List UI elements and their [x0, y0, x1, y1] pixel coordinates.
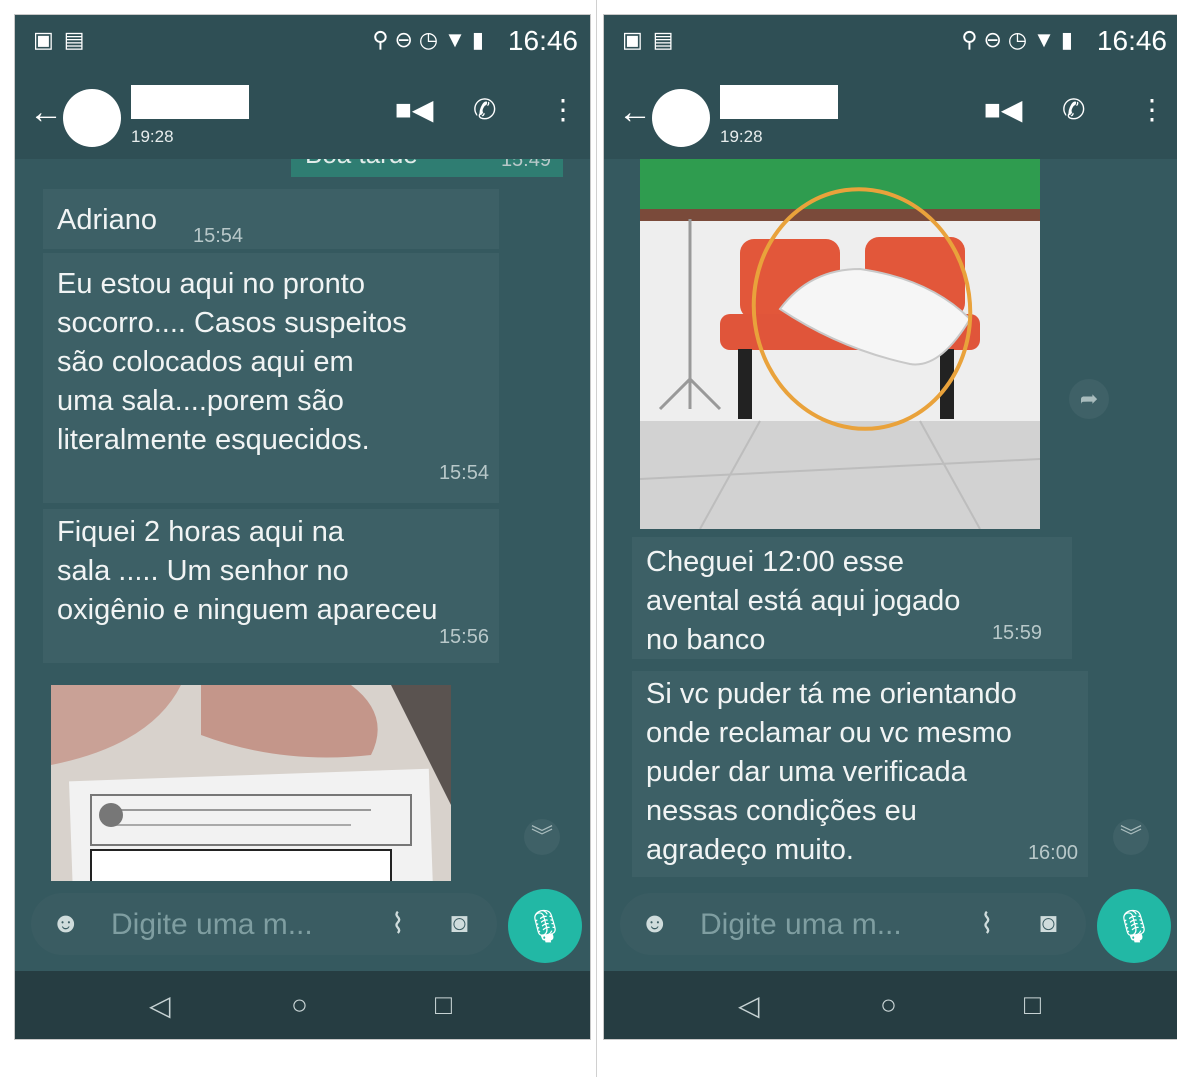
paperclip-icon[interactable]: ⌇	[391, 907, 405, 940]
contact-name-redacted[interactable]	[131, 85, 249, 119]
phone-screenshot-left: ▣▤ ⚲⊖◷▼▮ 16:46 ← 19:28 ■◀ ✆ ⋮ Boa tarde …	[14, 14, 591, 1040]
message-bubble[interactable]: Si vc puder tá me orientando onde reclam…	[632, 671, 1088, 877]
home-circle-icon[interactable]: ○	[880, 989, 897, 1021]
chat-area[interactable]: ➦ Cheguei 12:00 esse avental está aqui j…	[604, 159, 1177, 881]
avatar[interactable]	[652, 89, 710, 147]
phone-screenshot-right: ▣▤ ⚲⊖◷▼▮ 16:46 ← 19:28 ■◀ ✆ ⋮ ➦ Cheguei …	[603, 14, 1177, 1040]
message-input[interactable]: ☻ Digite uma m... ⌇ ◙	[620, 893, 1086, 955]
message-text: Adriano	[57, 204, 157, 236]
chat-header: ← 19:28 ■◀ ✆ ⋮	[604, 67, 1177, 159]
notification-icons: ▣▤	[622, 27, 684, 52]
phone-icon[interactable]: ✆	[473, 93, 496, 126]
message-time: 15:56	[438, 626, 489, 648]
image-message-document-photo[interactable]	[51, 685, 451, 881]
video-camera-icon[interactable]: ■◀	[395, 93, 433, 126]
microphone-icon[interactable]: 🎙	[508, 889, 582, 963]
document-photo-image	[51, 685, 451, 881]
message-text: Boa tarde	[305, 159, 418, 174]
message-text: Cheguei 12:00 esse avental está aqui jog…	[646, 546, 961, 656]
message-bubble[interactable]: Adriano 15:54	[43, 189, 499, 249]
status-bar: ▣▤ ⚲⊖◷▼▮ 16:46	[604, 15, 1177, 67]
page-divider	[596, 0, 597, 1077]
home-circle-icon[interactable]: ○	[291, 989, 308, 1021]
avatar[interactable]	[63, 89, 121, 147]
emoji-icon[interactable]: ☻	[640, 907, 669, 939]
android-nav-bar: ◁ ○ □	[15, 971, 590, 1039]
more-vertical-icon[interactable]: ⋮	[549, 93, 577, 126]
message-time: 15:59	[991, 622, 1042, 644]
message-text: Fiquei 2 horas aqui na sala ..... Um sen…	[57, 516, 438, 626]
contact-name-redacted[interactable]	[720, 85, 838, 119]
message-time: 15:54	[438, 462, 489, 484]
recents-square-icon[interactable]: □	[435, 989, 452, 1021]
camera-icon[interactable]: ◙	[451, 907, 468, 939]
android-nav-bar: ◁ ○ □	[604, 971, 1177, 1039]
more-vertical-icon[interactable]: ⋮	[1138, 93, 1166, 126]
chat-area[interactable]: Boa tarde 15:49 Adriano 15:54 Eu estou a…	[15, 159, 590, 881]
back-triangle-icon[interactable]: ◁	[738, 989, 760, 1022]
message-input[interactable]: ☻ Digite uma m... ⌇ ◙	[31, 893, 497, 955]
status-time: 16:46	[507, 25, 578, 56]
message-bubble[interactable]: Eu estou aqui no pronto socorro.... Caso…	[43, 253, 499, 503]
arrow-left-icon[interactable]: ←	[29, 93, 63, 132]
status-time: 16:46	[1096, 25, 1167, 56]
message-time: 15:49	[500, 159, 551, 171]
message-bubble[interactable]: Fiquei 2 horas aqui na sala ..... Um sen…	[43, 509, 499, 663]
message-bubble-outgoing[interactable]: Boa tarde 15:49	[291, 159, 563, 177]
message-text: Si vc puder tá me orientando onde reclam…	[646, 678, 1017, 866]
system-status-icons: ⚲⊖◷▼▮	[372, 27, 490, 52]
chairs-photo-image	[640, 159, 1040, 529]
message-time: 15:54	[193, 225, 244, 247]
emoji-icon[interactable]: ☻	[51, 907, 80, 939]
arrow-left-icon[interactable]: ←	[618, 93, 652, 132]
chat-header: ← 19:28 ■◀ ✆ ⋮	[15, 67, 590, 159]
system-status-icons: ⚲⊖◷▼▮	[961, 27, 1079, 52]
message-input-bar: ☻ Digite uma m... ⌇ ◙ 🎙	[604, 881, 1177, 971]
paperclip-icon[interactable]: ⌇	[980, 907, 994, 940]
recents-square-icon[interactable]: □	[1024, 989, 1041, 1021]
message-time: 16:00	[1027, 842, 1078, 864]
last-seen: 19:28	[131, 127, 174, 146]
camera-icon[interactable]: ◙	[1040, 907, 1057, 939]
message-input-bar: ☻ Digite uma m... ⌇ ◙ 🎙	[15, 881, 590, 971]
notification-icons: ▣▤	[33, 27, 95, 52]
image-message-chairs-photo[interactable]	[640, 159, 1040, 529]
double-chevron-down-icon[interactable]: ︾	[524, 819, 560, 855]
input-placeholder: Digite uma m...	[700, 908, 902, 941]
microphone-icon[interactable]: 🎙	[1097, 889, 1171, 963]
video-camera-icon[interactable]: ■◀	[984, 93, 1022, 126]
last-seen: 19:28	[720, 127, 763, 146]
message-text: Eu estou aqui no pronto socorro.... Caso…	[57, 268, 407, 456]
double-chevron-down-icon[interactable]: ︾	[1113, 819, 1149, 855]
back-triangle-icon[interactable]: ◁	[149, 989, 171, 1022]
status-bar: ▣▤ ⚲⊖◷▼▮ 16:46	[15, 15, 590, 67]
message-bubble[interactable]: Cheguei 12:00 esse avental está aqui jog…	[632, 537, 1072, 659]
forward-arrow-icon[interactable]: ➦	[1069, 379, 1109, 419]
phone-icon[interactable]: ✆	[1062, 93, 1085, 126]
input-placeholder: Digite uma m...	[111, 908, 313, 941]
